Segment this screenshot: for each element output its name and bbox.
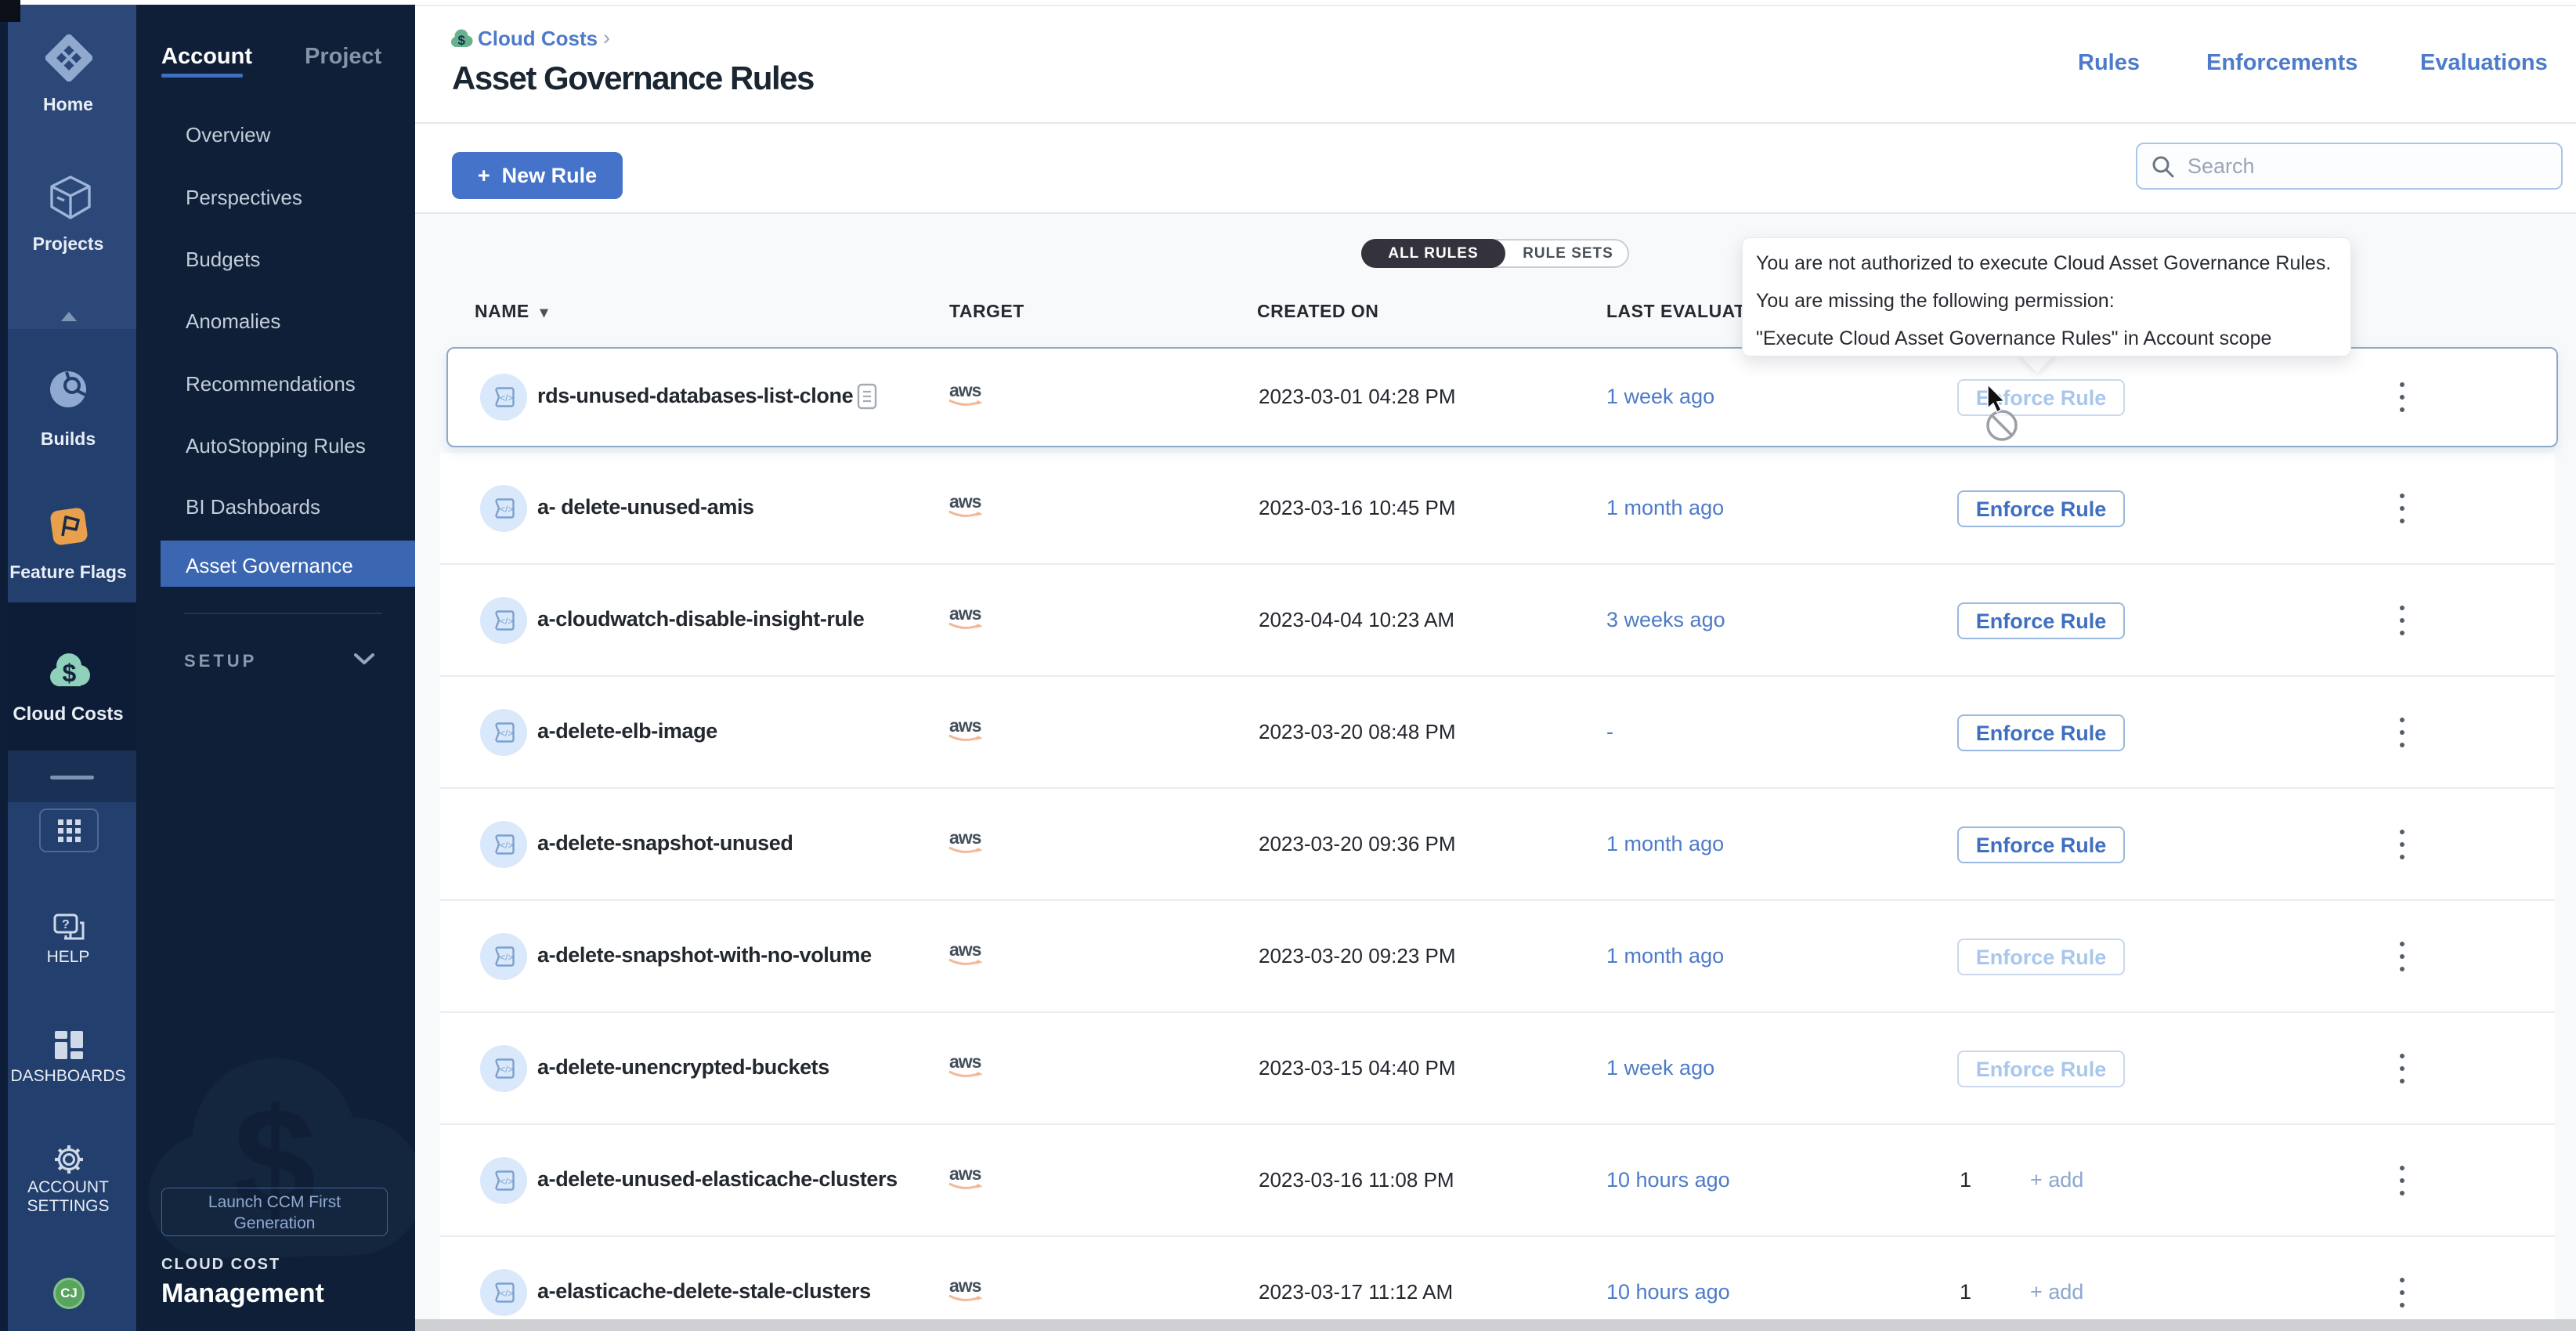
svg-text:</>: </> <box>500 1288 513 1299</box>
svg-text:?: ? <box>62 918 70 931</box>
svg-text:aws: aws <box>949 1052 981 1072</box>
svg-text:aws: aws <box>949 828 981 848</box>
svg-text:</>: </> <box>500 616 513 627</box>
svg-text:$: $ <box>458 33 466 48</box>
svg-text:$: $ <box>63 659 77 687</box>
svg-text:</>: </> <box>500 1176 513 1187</box>
svg-text:</>: </> <box>500 392 513 403</box>
svg-text:aws: aws <box>949 1164 981 1184</box>
svg-text:aws: aws <box>949 716 981 736</box>
svg-text:</>: </> <box>500 1064 513 1075</box>
svg-text:aws: aws <box>949 940 981 960</box>
svg-text:</>: </> <box>500 504 513 515</box>
svg-text:aws: aws <box>949 381 981 400</box>
svg-text:</>: </> <box>500 952 513 963</box>
svg-text:aws: aws <box>949 604 981 624</box>
svg-text:</>: </> <box>500 840 513 851</box>
svg-text:aws: aws <box>949 1276 981 1296</box>
svg-text:</>: </> <box>500 728 513 739</box>
svg-text:aws: aws <box>949 492 981 512</box>
